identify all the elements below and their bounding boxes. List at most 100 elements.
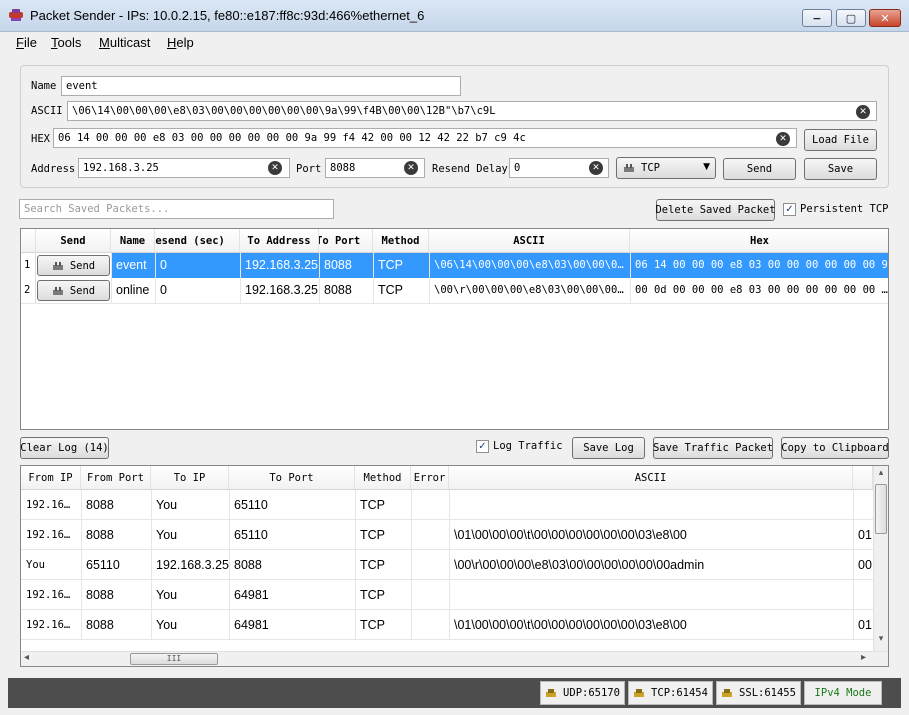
close-button[interactable]: ✕ [869, 9, 901, 27]
save-log-button[interactable]: Save Log [572, 437, 645, 459]
scroll-right-icon[interactable]: ▸ [861, 652, 873, 666]
clear-hex-icon[interactable]: ✕ [776, 132, 790, 146]
log-cell-method[interactable]: TCP [357, 490, 411, 520]
col-resend[interactable]: Resend (sec) [155, 229, 240, 253]
row-ascii[interactable]: \06\14\00\00\00\e8\03\00\00\0… [431, 253, 630, 278]
menu-multicast[interactable]: Multicast [99, 35, 150, 50]
scroll-down-icon[interactable]: ▾ [873, 634, 888, 648]
row-resend[interactable]: 0 [157, 278, 240, 303]
hex-input[interactable]: 06 14 00 00 00 e8 03 00 00 00 00 00 00 9… [53, 128, 797, 148]
log-cell-error[interactable] [413, 610, 449, 640]
log-cell-to-ip[interactable]: You [153, 580, 229, 610]
row-send-button[interactable]: Send [37, 280, 110, 301]
row-name[interactable]: event [113, 253, 155, 278]
log-cell-to-ip[interactable]: You [153, 520, 229, 550]
log-cell-hex[interactable] [855, 490, 873, 520]
clear-ascii-icon[interactable]: ✕ [856, 105, 870, 119]
save-traffic-button[interactable]: Save Traffic Packet [653, 437, 773, 459]
menu-tools[interactable]: Tools [51, 35, 81, 50]
log-cell-from-ip[interactable]: 192.16… [23, 580, 81, 610]
udp-port-status[interactable]: UDP:65170 [540, 681, 625, 705]
col-method[interactable]: Method [373, 229, 429, 253]
log-cell-to-port[interactable]: 64981 [231, 610, 355, 640]
copy-clipboard-button[interactable]: Copy to Clipboard [781, 437, 889, 459]
log-cell-ascii[interactable]: \01\00\00\00\t\00\00\00\00\00\00\03\e8\0… [451, 610, 853, 640]
horizontal-scroll-thumb[interactable]: III [130, 653, 218, 665]
clear-resend-icon[interactable]: ✕ [589, 161, 603, 175]
ascii-input[interactable]: \06\14\00\00\00\e8\03\00\00\00\00\00\00\… [67, 101, 877, 121]
log-cell-error[interactable] [413, 520, 449, 550]
col-send[interactable]: Send [36, 229, 111, 253]
row-send-button[interactable]: Send [37, 255, 110, 276]
log-cell-from-ip[interactable]: 192.16… [23, 490, 81, 520]
delete-saved-button[interactable]: Delete Saved Packet [655, 199, 776, 221]
log-cell-hex[interactable]: 00 [855, 550, 873, 580]
log-cell-ascii[interactable] [451, 580, 853, 610]
col-ascii[interactable]: ASCII [449, 466, 853, 490]
log-cell-ascii[interactable]: \01\00\00\00\t\00\00\00\00\00\00\03\e8\0… [451, 520, 853, 550]
col-to-port[interactable]: To Port [229, 466, 355, 490]
log-cell-to-ip[interactable]: 192.168.3.25 [153, 550, 229, 580]
log-cell-method[interactable]: TCP [357, 520, 411, 550]
log-cell-to-ip[interactable]: You [153, 610, 229, 640]
clear-address-icon[interactable]: ✕ [268, 161, 282, 175]
log-cell-from-ip[interactable]: 192.16… [23, 520, 81, 550]
log-cell-from-ip[interactable]: You [23, 550, 81, 580]
scroll-left-icon[interactable]: ◂ [24, 652, 36, 666]
log-cell-ascii[interactable] [451, 490, 853, 520]
col-name[interactable]: Name [111, 229, 155, 253]
col-to-port[interactable]: To Port [319, 229, 373, 253]
row-address[interactable]: 192.168.3.25 [242, 253, 319, 278]
col-from-port[interactable]: From Port [81, 466, 151, 490]
log-cell-method[interactable]: TCP [357, 610, 411, 640]
menu-file[interactable]: File [16, 35, 37, 50]
load-file-button[interactable]: Load File [804, 129, 877, 151]
log-cell-error[interactable] [413, 580, 449, 610]
col-from-ip[interactable]: From IP [21, 466, 81, 490]
log-cell-method[interactable]: TCP [357, 580, 411, 610]
col-error[interactable]: Error [411, 466, 449, 490]
menu-help[interactable]: Help [167, 35, 194, 50]
row-resend[interactable]: 0 [157, 253, 240, 278]
search-saved-input[interactable]: Search Saved Packets... [19, 199, 334, 219]
col-to-address[interactable]: To Address [240, 229, 319, 253]
log-cell-to-port[interactable]: 65110 [231, 490, 355, 520]
log-cell-hex[interactable]: 01 [855, 610, 873, 640]
log-cell-to-port[interactable]: 64981 [231, 580, 355, 610]
log-cell-from-port[interactable]: 8088 [83, 520, 151, 550]
save-button[interactable]: Save [804, 158, 877, 180]
log-cell-hex[interactable] [855, 580, 873, 610]
row-hex[interactable]: 00 0d 00 00 00 e8 03 00 00 00 00 00 00 … [632, 278, 888, 303]
log-cell-to-ip[interactable]: You [153, 490, 229, 520]
log-cell-error[interactable] [413, 550, 449, 580]
row-hex[interactable]: 06 14 00 00 00 e8 03 00 00 00 00 00 00 9… [632, 253, 888, 278]
log-cell-from-port[interactable]: 8088 [83, 580, 151, 610]
log-cell-to-port[interactable]: 8088 [231, 550, 355, 580]
maximize-button[interactable]: ▢ [836, 9, 866, 27]
clear-log-button[interactable]: Clear Log (14) [20, 437, 109, 459]
protocol-select[interactable]: TCP ▼ [616, 157, 716, 179]
minimize-button[interactable]: − [802, 9, 832, 27]
ipv4-mode-status[interactable]: IPv4 Mode [804, 681, 882, 705]
log-cell-hex[interactable]: 01 [855, 520, 873, 550]
col-ascii[interactable]: ASCII [429, 229, 630, 253]
send-button[interactable]: Send [723, 158, 796, 180]
col-hex[interactable]: Hex [630, 229, 888, 253]
log-cell-from-port[interactable]: 8088 [83, 490, 151, 520]
name-input[interactable]: event [61, 76, 461, 96]
scroll-up-icon[interactable]: ▴ [873, 468, 888, 482]
row-method[interactable]: TCP [375, 278, 429, 303]
log-cell-method[interactable]: TCP [357, 550, 411, 580]
row-method[interactable]: TCP [375, 253, 429, 278]
col-hex[interactable] [853, 466, 873, 490]
log-traffic-checkbox[interactable]: ✓ [476, 440, 489, 453]
col-to-ip[interactable]: To IP [151, 466, 229, 490]
row-ascii[interactable]: \00\r\00\00\00\e8\03\00\00\00… [431, 278, 630, 303]
log-cell-from-port[interactable]: 8088 [83, 610, 151, 640]
persistent-tcp-checkbox[interactable]: ✓ [783, 203, 796, 216]
col-method[interactable]: Method [355, 466, 411, 490]
log-cell-error[interactable] [413, 490, 449, 520]
row-address[interactable]: 192.168.3.25 [242, 278, 319, 303]
row-port[interactable]: 8088 [321, 278, 373, 303]
clear-port-icon[interactable]: ✕ [404, 161, 418, 175]
